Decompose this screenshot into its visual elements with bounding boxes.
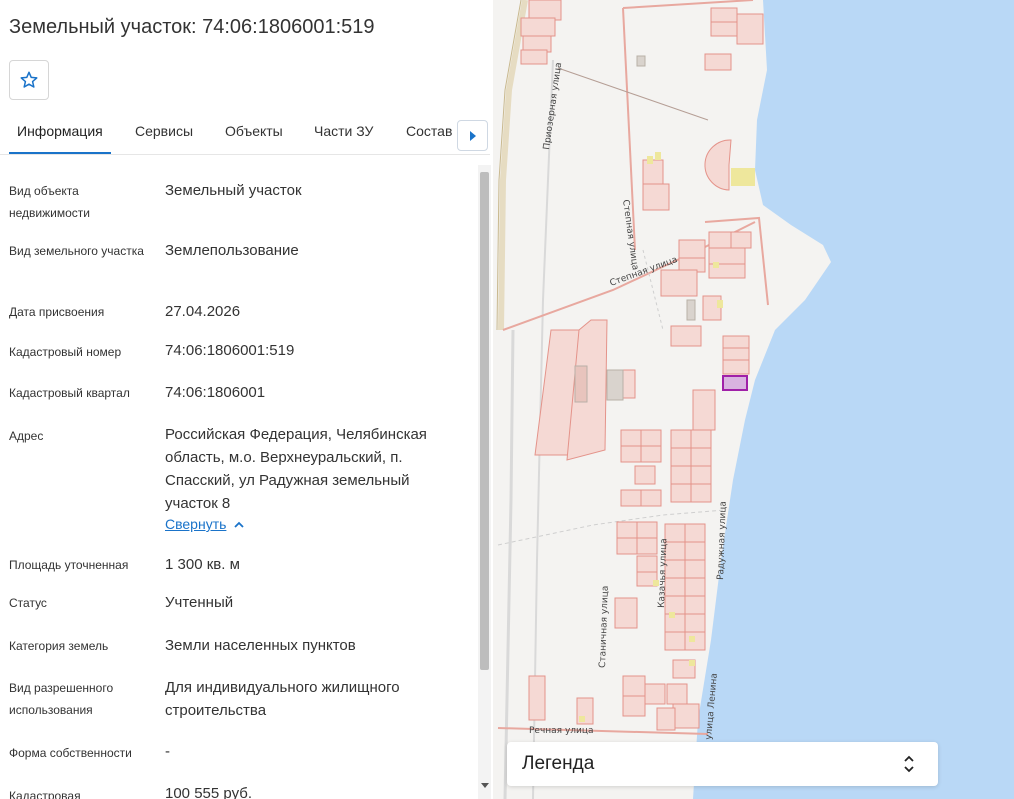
label-area: Площадь уточненная [9, 558, 129, 572]
label-object-type: Вид объекта недвижимости [9, 184, 90, 220]
label-land-category: Категория земель [9, 639, 109, 653]
scrollbar-thumb[interactable] [480, 172, 489, 670]
value-object-type: Земельный участок [165, 182, 302, 199]
value-parcel-type: Землепользование [165, 242, 299, 259]
selected-parcel[interactable] [722, 375, 748, 391]
label-status: Статус [9, 596, 47, 610]
label-address: Адрес [9, 429, 44, 443]
tab-bar: Информация Сервисы Объекты Части ЗУ Сост… [0, 110, 490, 155]
street-label-stanichnaya: Станичная улица [598, 585, 611, 668]
value-status: Учтенный [165, 594, 234, 611]
favorite-button[interactable] [9, 60, 49, 100]
chevron-up-icon [234, 521, 245, 528]
label-assign-date: Дата присвоения [9, 305, 105, 319]
map-canvas[interactable]: Приозерная улица Степная улица Степная у… [493, 0, 1014, 799]
round-parcel [704, 139, 732, 191]
tabs-scroll-right-button[interactable] [457, 120, 488, 151]
tab-composition[interactable]: Состав [406, 123, 452, 139]
value-ownership: - [165, 743, 170, 760]
value-land-category: Земли населенных пунктов [165, 637, 356, 654]
power-line [557, 67, 709, 121]
value-assign-date: 27.04.2026 [165, 303, 241, 320]
label-cadastral-number: Кадастровый номер [9, 345, 122, 359]
label-cadastral-value: Кадастровая [9, 789, 81, 799]
page-title: Земельный участок: 74:06:1806001:519 [9, 16, 375, 38]
legend-title: Легенда [522, 753, 595, 774]
active-tab-indicator [9, 152, 111, 154]
lake-water [693, 0, 1014, 799]
caret-down-icon [480, 783, 489, 788]
road-northeast [622, 0, 754, 9]
street-label-stepnaya-1: Степная улица [620, 199, 640, 271]
collapse-label: Свернуть [165, 516, 227, 532]
value-area: 1 300 кв. м [165, 556, 240, 573]
value-address: Российская Федерация, Челябинская област… [165, 426, 427, 512]
tab-parcel-parts[interactable]: Части ЗУ [314, 123, 373, 139]
caret-right-icon [469, 130, 476, 141]
value-cadastral-quarter: 74:06:1806001 [165, 384, 266, 401]
value-permitted-use: Для индивидуального жилищного строительс… [165, 679, 400, 719]
value-cadastral-number: 74:06:1806001:519 [165, 342, 295, 359]
label-permitted-use: Вид разрешенного использования [9, 681, 114, 717]
label-cadastral-quarter: Кадастровый квартал [9, 386, 130, 400]
legend-panel[interactable]: Легенда [507, 742, 938, 786]
scroll-down-arrow[interactable] [478, 779, 491, 793]
street-label-rechnaya: Речная улица [529, 726, 594, 736]
value-cadastral-value: 100 555 руб. [165, 785, 252, 799]
info-panel: Земельный участок: 74:06:1806001:519 Инф… [0, 0, 493, 799]
tab-information[interactable]: Информация [17, 123, 103, 139]
collapse-address-link[interactable]: Свернуть [165, 516, 245, 532]
star-icon [20, 71, 38, 88]
label-ownership: Форма собственности [9, 746, 132, 760]
map-view[interactable]: Приозерная улица Степная улица Степная у… [493, 0, 1014, 799]
tab-objects[interactable]: Объекты [225, 123, 283, 139]
expand-collapse-icon[interactable] [902, 753, 916, 775]
tab-services[interactable]: Сервисы [135, 123, 193, 139]
label-parcel-type: Вид земельного участка [9, 244, 144, 258]
street-label-priozernaya: Приозерная улица [542, 62, 564, 151]
